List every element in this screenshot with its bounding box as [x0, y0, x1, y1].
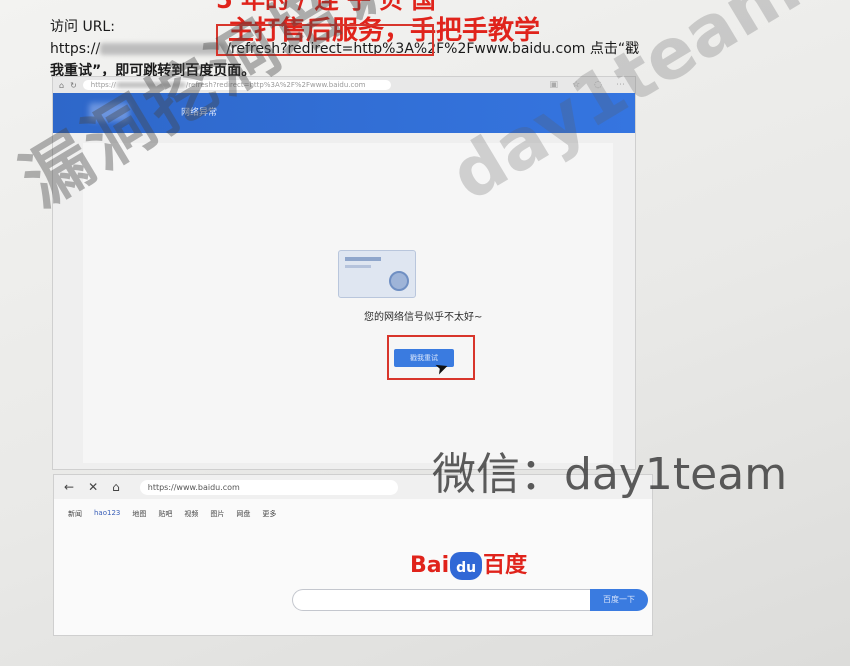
nav-link[interactable]: 更多: [262, 509, 276, 519]
nav-link[interactable]: 图片: [210, 509, 224, 519]
page-content: [83, 143, 613, 463]
doc-line-1: 访问 URL:: [50, 19, 115, 35]
home-icon[interactable]: ⌂: [59, 81, 64, 90]
close-icon[interactable]: ✕: [88, 480, 98, 494]
nav-link[interactable]: 网盘: [236, 509, 250, 519]
doc-url-prefix: https://: [50, 41, 101, 57]
baidu-logo: Bai du 百度: [410, 552, 528, 580]
nav-link[interactable]: 地图: [132, 509, 146, 519]
home-icon[interactable]: ⌂: [112, 480, 120, 494]
nav-link[interactable]: 贴吧: [158, 509, 172, 519]
watermark-bottom: 微信：day1team: [432, 449, 788, 500]
search-button[interactable]: 百度一下: [590, 589, 648, 611]
error-message: 您的网络信号似乎不太好~: [364, 312, 483, 323]
search-input[interactable]: [292, 589, 590, 611]
nav-link[interactable]: hao123: [94, 509, 120, 519]
nav-link[interactable]: 视频: [184, 509, 198, 519]
network-error-illustration: [338, 250, 416, 298]
back-icon[interactable]: ←: [64, 480, 74, 494]
paw-icon: du: [450, 552, 483, 580]
reload-icon[interactable]: ↻: [70, 81, 77, 90]
url-field[interactable]: https://www.baidu.com: [139, 479, 398, 495]
nav-link[interactable]: 新闻: [68, 509, 82, 519]
signal-icon: [389, 271, 409, 291]
baidu-nav: 新闻 hao123 地图 贴吧 视频 图片 网盘 更多: [68, 509, 276, 519]
